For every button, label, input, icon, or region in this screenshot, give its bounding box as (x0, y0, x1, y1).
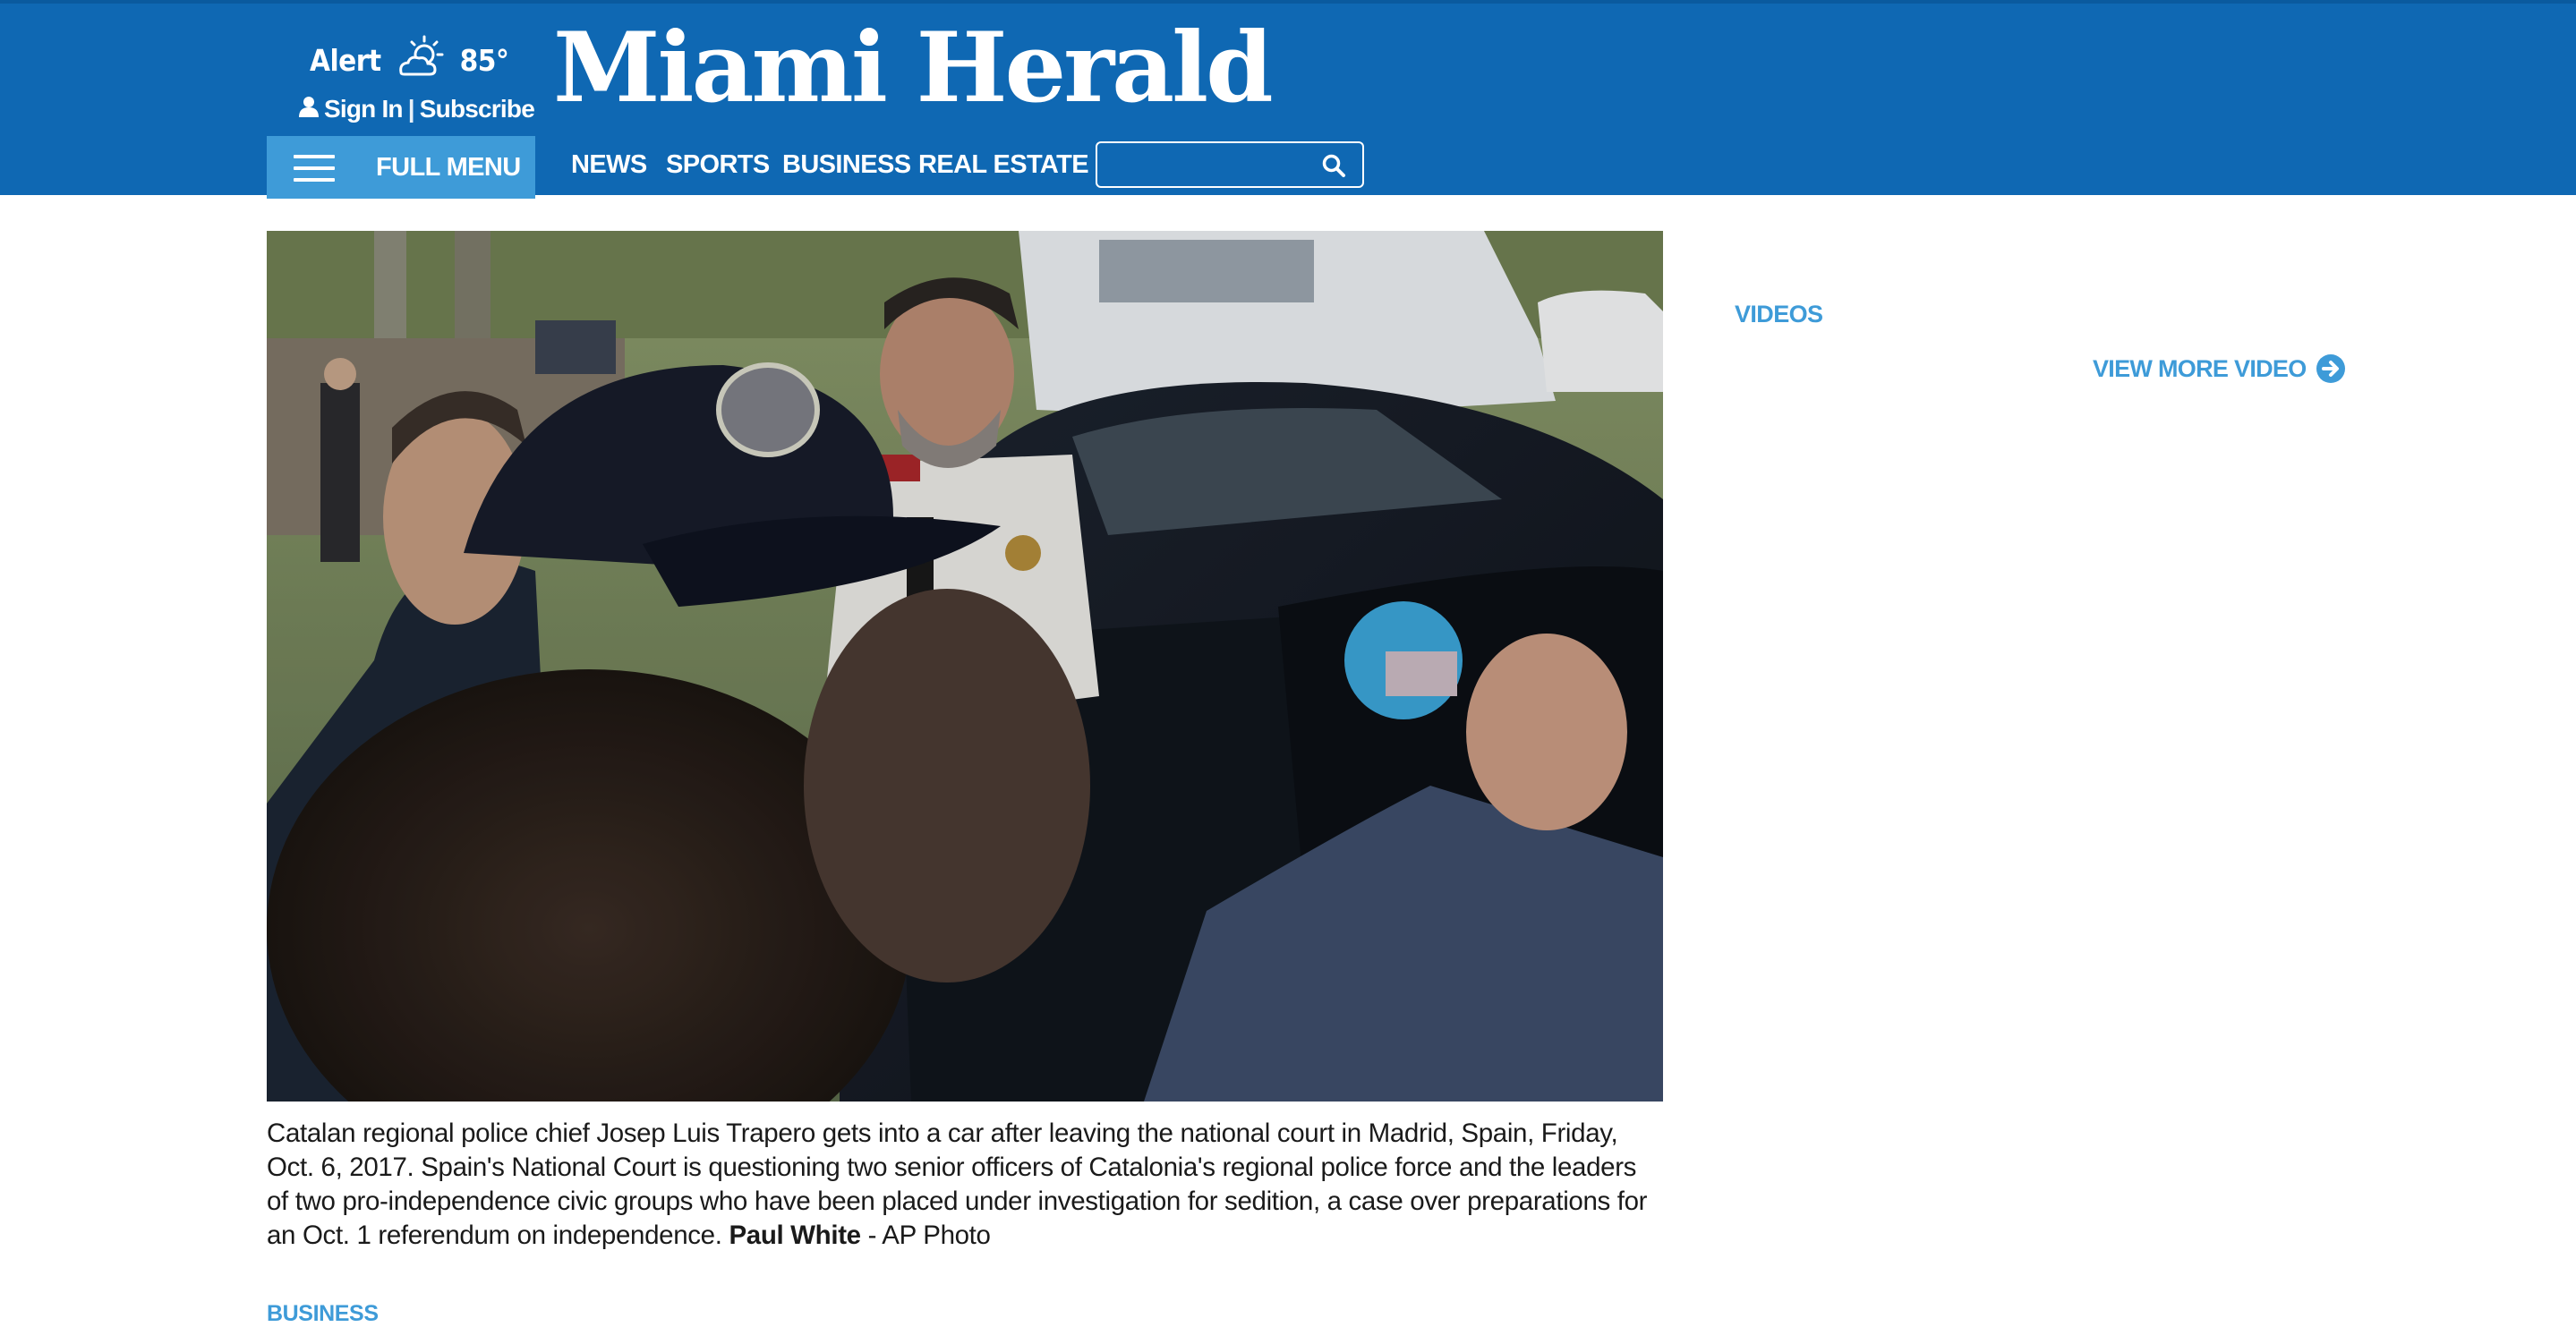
view-more-video-link[interactable]: VIEW MORE VIDEO (2093, 351, 2346, 387)
nav-link-real-estate[interactable]: REAL ESTATE (918, 136, 1089, 193)
arrow-right-circle-icon (2316, 353, 2346, 384)
site-logo[interactable]: Miami Herald (553, 14, 1274, 122)
full-menu-button[interactable]: FULL MENU (267, 136, 535, 199)
sign-in-link[interactable]: Sign In (324, 95, 404, 123)
nav-link-news[interactable]: NEWS (571, 136, 647, 193)
view-more-video-label: VIEW MORE VIDEO (2093, 354, 2307, 382)
videos-heading: VIDEOS (1735, 301, 1823, 327)
photo-caption: Catalan regional police chief Josep Luis… (267, 1117, 1663, 1253)
full-menu-label: FULL MENU (376, 153, 521, 182)
user-icon (299, 95, 319, 123)
article-photo (267, 231, 1663, 1102)
weather-widget[interactable]: Alert 85° (310, 33, 509, 87)
main-nav: FULL MENU NEWS SPORTS BUSINESS REAL ESTA… (267, 136, 1377, 199)
search-icon[interactable] (1321, 153, 1346, 178)
account-separator: | (407, 95, 415, 123)
weather-temperature: 85° (459, 42, 509, 78)
photo-credit-name: Paul White (729, 1221, 861, 1250)
subscribe-link[interactable]: Subscribe (420, 95, 535, 123)
masthead: Alert 85° Sign In | Subscribe Miami Hera… (0, 0, 2576, 199)
nav-link-sports[interactable]: SPORTS (666, 136, 770, 193)
nav-link-business[interactable]: BUSINESS (782, 136, 911, 193)
photo-credit-agency: - AP Photo (860, 1221, 991, 1250)
weather-alert-label: Alert (310, 42, 381, 78)
partly-cloudy-icon (392, 33, 451, 87)
article-photo-image (267, 231, 1663, 1102)
search-box (1096, 141, 1364, 188)
account-links: Sign In | Subscribe (299, 95, 535, 123)
section-tag[interactable]: BUSINESS (267, 1301, 379, 1327)
search-input[interactable] (1105, 149, 1314, 183)
hamburger-icon (294, 155, 335, 182)
